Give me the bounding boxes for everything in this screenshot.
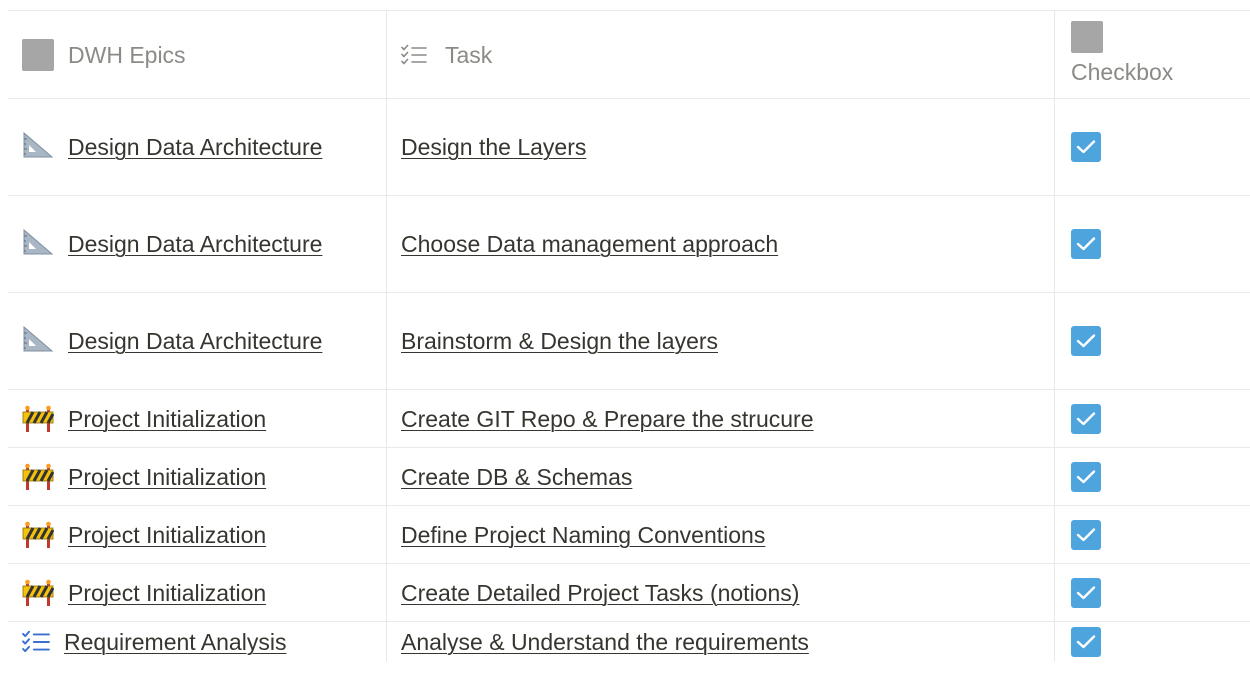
epic-cell: Project Initialization bbox=[8, 390, 386, 447]
checkbox-cell bbox=[1054, 622, 1250, 662]
task-cell: Choose Data management approach bbox=[386, 196, 1054, 292]
column-header-dwh-epics[interactable]: DWH Epics bbox=[8, 11, 386, 98]
checkmark-icon bbox=[1076, 635, 1096, 649]
task-checkbox[interactable] bbox=[1071, 229, 1101, 259]
column-header-task[interactable]: Task bbox=[386, 11, 1054, 98]
task-cell: Brainstorm & Design the layers bbox=[386, 293, 1054, 389]
epic-link[interactable]: Project Initialization bbox=[68, 460, 266, 494]
column-header-label: Checkbox bbox=[1071, 58, 1174, 85]
checkbox-cell bbox=[1054, 99, 1250, 195]
column-header-label: Task bbox=[445, 41, 493, 68]
checkmark-icon bbox=[1076, 585, 1096, 599]
task-cell: Create DB & Schemas bbox=[386, 448, 1054, 505]
relation-property-icon bbox=[22, 38, 54, 71]
epic-link[interactable]: Project Initialization bbox=[68, 518, 266, 552]
task-link[interactable]: Design the Layers bbox=[401, 130, 586, 164]
task-link[interactable]: Create GIT Repo & Prepare the strucure bbox=[401, 402, 814, 436]
checkmark-icon bbox=[1076, 527, 1096, 541]
checkmark-icon bbox=[1076, 469, 1096, 483]
epic-link[interactable]: Requirement Analysis bbox=[64, 625, 286, 659]
epic-link[interactable]: Design Data Architecture bbox=[68, 328, 322, 354]
checkbox-cell bbox=[1054, 196, 1250, 292]
task-cell: Define Project Naming Conventions bbox=[386, 506, 1054, 563]
task-cell: Create Detailed Project Tasks (notions) bbox=[386, 564, 1054, 621]
checklist-icon bbox=[401, 44, 427, 64]
task-link[interactable]: Analyse & Understand the requirements bbox=[401, 625, 809, 659]
epic-link[interactable]: Design Data Architecture bbox=[68, 231, 322, 257]
column-header-label: DWH Epics bbox=[68, 41, 186, 68]
checkbox-cell bbox=[1054, 293, 1250, 389]
task-checkbox[interactable] bbox=[1071, 627, 1101, 657]
task-cell: Design the Layers bbox=[386, 99, 1054, 195]
task-cell: Create GIT Repo & Prepare the strucure bbox=[386, 390, 1054, 447]
epic-cell: Project Initialization bbox=[8, 448, 386, 505]
table-row: Project Initialization Create Detailed P… bbox=[8, 564, 1250, 622]
table-row: Design Data Architecture Design the Laye… bbox=[8, 99, 1250, 196]
table-row: Design Data Architecture Brainstorm & De… bbox=[8, 293, 1250, 390]
epic-cell: Project Initialization bbox=[8, 506, 386, 563]
table-row: Project Initialization Create GIT Repo &… bbox=[8, 390, 1250, 448]
checkmark-icon bbox=[1076, 334, 1096, 348]
construction-barrier-icon bbox=[22, 579, 54, 606]
checklist-icon bbox=[22, 630, 50, 653]
task-checkbox[interactable] bbox=[1071, 403, 1101, 434]
construction-barrier-icon bbox=[22, 463, 54, 490]
task-link[interactable]: Create Detailed Project Tasks (notions) bbox=[401, 576, 799, 610]
database-table: DWH Epics Task Checkbox Design Data Arch… bbox=[8, 10, 1250, 662]
checkbox-cell bbox=[1054, 448, 1250, 505]
checkbox-property-icon bbox=[1071, 20, 1103, 53]
table-row: Project Initialization Create DB & Schem… bbox=[8, 448, 1250, 506]
epic-link[interactable]: Project Initialization bbox=[68, 402, 266, 436]
epic-cell: Design Data Architecture bbox=[8, 293, 386, 389]
triangular-ruler-icon bbox=[23, 131, 54, 158]
checkbox-cell bbox=[1054, 390, 1250, 447]
epic-cell: Design Data Architecture bbox=[8, 99, 386, 195]
task-checkbox[interactable] bbox=[1071, 577, 1101, 608]
checkbox-cell bbox=[1054, 564, 1250, 621]
epic-link[interactable]: Project Initialization bbox=[68, 576, 266, 610]
task-checkbox[interactable] bbox=[1071, 132, 1101, 162]
epic-cell: Requirement Analysis bbox=[8, 622, 386, 662]
checkmark-icon bbox=[1076, 237, 1096, 251]
table-row: Requirement Analysis Analyse & Understan… bbox=[8, 622, 1250, 662]
column-header-checkbox[interactable]: Checkbox bbox=[1054, 11, 1250, 98]
table-header-row: DWH Epics Task Checkbox bbox=[8, 11, 1250, 99]
task-checkbox[interactable] bbox=[1071, 326, 1101, 356]
triangular-ruler-icon bbox=[23, 325, 54, 352]
epic-cell: Project Initialization bbox=[8, 564, 386, 621]
triangular-ruler-icon bbox=[23, 228, 54, 255]
checkmark-icon bbox=[1076, 411, 1096, 425]
task-link[interactable]: Brainstorm & Design the layers bbox=[401, 324, 718, 358]
epic-cell: Design Data Architecture bbox=[8, 196, 386, 292]
table-row: Design Data Architecture Choose Data man… bbox=[8, 196, 1250, 293]
table-row: Project Initialization Define Project Na… bbox=[8, 506, 1250, 564]
checkbox-cell bbox=[1054, 506, 1250, 563]
epic-link[interactable]: Design Data Architecture bbox=[68, 134, 322, 160]
task-link[interactable]: Define Project Naming Conventions bbox=[401, 518, 765, 552]
construction-barrier-icon bbox=[22, 521, 54, 548]
task-cell: Analyse & Understand the requirements bbox=[386, 622, 1054, 662]
task-checkbox[interactable] bbox=[1071, 461, 1101, 492]
checkmark-icon bbox=[1076, 140, 1096, 154]
task-checkbox[interactable] bbox=[1071, 519, 1101, 550]
construction-barrier-icon bbox=[22, 405, 54, 432]
task-link[interactable]: Create DB & Schemas bbox=[401, 460, 632, 494]
task-link[interactable]: Choose Data management approach bbox=[401, 227, 778, 261]
